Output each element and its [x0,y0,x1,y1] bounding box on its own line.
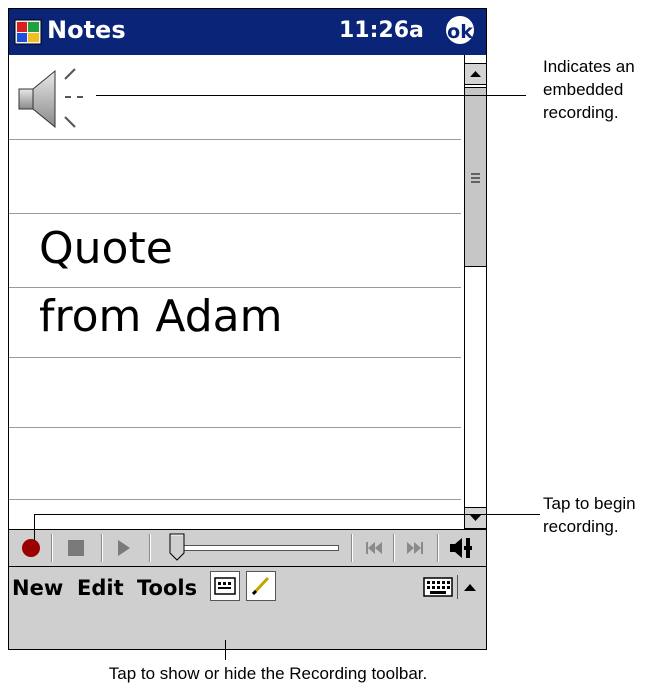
callout-line: Indicates an [543,57,635,76]
callout-toolbar: Tap to show or hide the Recording toolba… [108,664,428,683]
menu-separator [457,575,458,599]
callout-line: recording. [543,103,619,122]
callout-embedded: Indicates an embedded recording. [543,55,635,124]
callout-leader-begin [34,514,540,515]
app-title: Notes [47,16,126,44]
vertical-scrollbar[interactable] [464,55,486,529]
arrow-up-icon [470,71,481,77]
callout-leader-begin-v [34,514,35,540]
device-screen: Notes 11:26a ok Quote from Adam New Edit… [8,8,487,650]
notes-app-icon[interactable] [13,17,43,47]
ok-button[interactable]: ok [444,14,476,46]
callout-line: recording. [543,517,619,536]
record-icon [22,539,40,557]
toolbar-separator [101,534,103,562]
menu-edit[interactable]: Edit [77,576,124,600]
callout-leader-embedded [96,95,526,96]
toolbar-separator [351,534,353,562]
recording-toolbar [9,529,486,567]
recording-toolbar-icon [214,577,236,595]
speaker-recording-icon[interactable] [17,61,89,141]
note-rule [9,213,461,214]
skip-back-icon [366,542,382,554]
play-icon [118,540,130,556]
ok-icon: ok [447,21,473,43]
scroll-down-button[interactable] [465,507,486,529]
note-rule [9,427,461,428]
toolbar-separator [149,534,151,562]
toolbar-separator [393,534,395,562]
arrow-down-icon [470,515,481,521]
menu-bar: New Edit Tools [9,567,486,649]
pen-button[interactable] [246,571,276,601]
pen-icon [251,576,270,596]
keyboard-icon[interactable] [423,575,455,599]
clock[interactable]: 11:26a [339,18,424,43]
toolbar-separator [51,534,53,562]
note-line: Quote [39,223,173,274]
stop-button[interactable] [59,533,93,563]
callout-line: Tap to begin [543,494,636,513]
menu-new[interactable]: New [12,576,63,600]
skip-forward-button[interactable] [399,533,431,563]
slider-thumb-icon[interactable] [169,533,185,561]
play-button[interactable] [109,533,139,563]
note-rule [9,499,461,500]
position-slider[interactable] [179,545,339,551]
record-button[interactable] [15,533,47,563]
callout-leader-toolbar [225,640,226,660]
skip-forward-icon [407,542,423,554]
input-panel-arrow-icon[interactable] [461,579,479,597]
skip-back-button[interactable] [359,533,389,563]
callout-begin: Tap to begin recording. [543,492,636,538]
scroll-up-button[interactable] [465,63,486,85]
note-rule [9,287,461,288]
note-rule [9,357,461,358]
menu-tools[interactable]: Tools [137,576,197,600]
callout-line: embedded [543,80,624,99]
title-bar: Notes 11:26a ok [9,9,486,55]
note-area[interactable]: Quote from Adam [9,55,464,529]
scroll-thumb[interactable] [465,87,486,267]
stop-icon [68,540,84,556]
volume-button[interactable] [443,533,479,563]
grip-icon [471,173,480,183]
volume-icon [450,538,472,558]
note-line: from Adam [39,291,283,342]
toolbar-separator [437,534,439,562]
recording-toolbar-button[interactable] [210,571,240,601]
